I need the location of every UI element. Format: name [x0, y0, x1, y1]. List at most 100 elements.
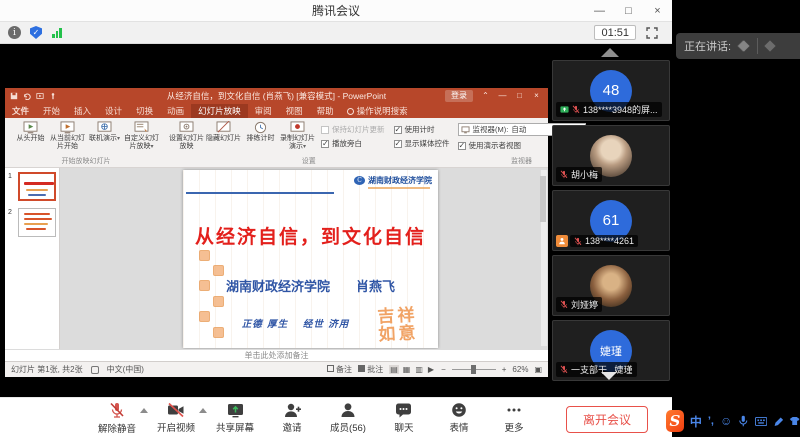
info-icon[interactable]: i: [8, 26, 21, 39]
ppt-ribbon-options-icon[interactable]: ⌃: [477, 88, 494, 104]
mic-muted-icon: [574, 237, 582, 246]
ime-skin-icon[interactable]: [789, 415, 800, 427]
decorative-seal: 吉祥如意: [377, 307, 427, 345]
slide-thumbnail-1[interactable]: 1: [8, 172, 56, 201]
canvas-scrollbar[interactable]: [541, 170, 547, 346]
participant-name: 138****3948的屏...: [583, 103, 658, 116]
maximize-button[interactable]: □: [614, 0, 643, 22]
tab-help[interactable]: 帮助: [310, 104, 341, 118]
ime-emoji-icon[interactable]: ☺: [720, 414, 732, 428]
rehearse-timings-button[interactable]: 排练计时: [242, 120, 279, 143]
save-icon[interactable]: [10, 92, 18, 100]
from-beginning-button[interactable]: 从头开始: [12, 120, 49, 143]
leave-meeting-button[interactable]: 离开会议: [566, 406, 648, 433]
hide-slide-button[interactable]: 隐藏幻灯片: [205, 120, 242, 143]
tab-view[interactable]: 视图: [279, 104, 310, 118]
start-video-button[interactable]: 开启视频: [157, 402, 195, 435]
ime-handwriting-icon[interactable]: [773, 415, 783, 428]
school-logo: C 湖南财政经济学院: [354, 175, 432, 186]
now-speaking-bar: 正在讲话:: [676, 33, 800, 59]
checkbox-show-media-controls[interactable]: 显示媒体控件: [394, 138, 450, 149]
group-label-setup: 设置: [168, 156, 450, 167]
tab-review[interactable]: 审阅: [248, 104, 279, 118]
window-titlebar: 腾讯会议 — □ ×: [0, 0, 672, 22]
scroll-down-arrow-icon[interactable]: [601, 372, 617, 380]
ime-keyboard-icon[interactable]: [755, 416, 767, 427]
slideshow-icon[interactable]: [36, 92, 44, 100]
tab-design[interactable]: 设计: [98, 104, 129, 118]
ime-toolbar: S 中 ’, ☺: [662, 406, 800, 436]
tell-me-search[interactable]: 操作说明搜索: [341, 104, 414, 118]
tab-home[interactable]: 开始: [36, 104, 67, 118]
from-current-slide-button[interactable]: 从当前幻灯片开始: [49, 120, 86, 151]
notes-pane[interactable]: 单击此处添加备注: [5, 349, 548, 361]
tab-slideshow[interactable]: 幻灯片放映: [191, 104, 248, 118]
participant-tile[interactable]: 刘娅婷: [552, 255, 670, 316]
ppt-maximize-button[interactable]: □: [511, 88, 528, 104]
school-logo-subtext: [368, 187, 430, 189]
checkbox-use-timings[interactable]: 使用计时: [394, 124, 450, 135]
view-switcher[interactable]: ▤▦▥▶: [389, 365, 435, 374]
checkbox-play-narrations[interactable]: 播放旁白: [321, 138, 385, 149]
participant-tile[interactable]: 61 138****4261: [552, 190, 670, 251]
sogou-logo-icon[interactable]: S: [666, 410, 684, 432]
ime-punctuation-icon[interactable]: ’,: [708, 415, 714, 427]
language-indicator[interactable]: 中文(中国): [107, 364, 144, 375]
mic-muted-icon: [560, 365, 568, 374]
tab-animations[interactable]: 动画: [160, 104, 191, 118]
checkbox-keep-slides-updated[interactable]: 保持幻灯片更新: [321, 124, 385, 135]
mic-options-arrow-icon[interactable]: [140, 408, 148, 413]
touch-mode-icon[interactable]: [49, 92, 57, 100]
security-shield-icon[interactable]: ✓: [30, 26, 42, 39]
ppt-statusbar: 幻灯片 第1张, 共2张 中文(中国) 备注 批注 ▤▦▥▶ − + 62% ▣: [5, 361, 548, 377]
mic-muted-icon: [560, 300, 568, 309]
quick-access-toolbar: [10, 92, 57, 100]
meeting-toolbar: 解除静音 开启视频 共享屏幕 邀请 成员(56) 聊天: [0, 397, 672, 437]
unmute-button[interactable]: 解除静音: [98, 402, 136, 435]
custom-slideshow-button[interactable]: 自定义幻灯片放映: [123, 120, 160, 151]
ime-voice-icon[interactable]: [738, 414, 749, 428]
present-online-button[interactable]: 联机演示: [86, 120, 123, 143]
participant-tile[interactable]: 胡小梅: [552, 125, 670, 186]
reading-view-icon: ▥: [414, 365, 424, 374]
fit-to-window-icon[interactable]: ▣: [534, 365, 542, 374]
ppt-titlebar: 从经济自信，到文化自信 (肖燕飞) [兼容模式] - PowerPoint 登录…: [5, 88, 548, 104]
meeting-infobar: i ✓ 01:51: [0, 22, 672, 44]
sorter-view-icon: ▦: [402, 365, 412, 374]
checkbox-icon: [321, 140, 329, 148]
tab-transitions[interactable]: 切换: [129, 104, 160, 118]
tab-insert[interactable]: 插入: [67, 104, 98, 118]
more-button[interactable]: 更多: [497, 402, 531, 435]
members-button[interactable]: 成员(56): [330, 402, 366, 435]
ppt-close-button[interactable]: ×: [528, 88, 545, 104]
tab-file[interactable]: 文件: [5, 104, 36, 118]
zoom-in-icon[interactable]: +: [502, 365, 507, 374]
slide-byline: 湖南财政经济学院 肖燕飞: [183, 276, 438, 295]
setup-slideshow-button[interactable]: 设置幻灯片放映: [168, 120, 205, 151]
chat-button[interactable]: 聊天: [387, 402, 421, 435]
slide-thumbnail-2[interactable]: 2: [8, 208, 56, 237]
invite-button[interactable]: 邀请: [275, 402, 309, 435]
zoom-slider[interactable]: [452, 369, 496, 370]
comments-button[interactable]: 批注: [358, 364, 383, 375]
current-slide[interactable]: C 湖南财政经济学院 从经济自信，到文化自信 湖南财政经济学院 肖燕飞 正德 厚…: [183, 170, 438, 348]
undo-icon[interactable]: [23, 92, 31, 100]
notes-button[interactable]: 备注: [327, 364, 352, 375]
screen-share-icon: [560, 105, 569, 114]
zoom-out-icon[interactable]: −: [441, 365, 446, 374]
participant-tile[interactable]: 48 138****3948的屏...: [552, 60, 670, 121]
emoji-button[interactable]: 表情: [442, 402, 476, 435]
collapse-panel-arrow-icon[interactable]: [601, 48, 619, 57]
ppt-minimize-button[interactable]: —: [494, 88, 511, 104]
record-slideshow-button[interactable]: 录制幻灯片演示: [279, 120, 316, 151]
fullscreen-icon[interactable]: [646, 27, 658, 39]
zoom-level[interactable]: 62%: [512, 365, 528, 374]
share-screen-button[interactable]: 共享屏幕: [216, 402, 254, 435]
network-signal-icon[interactable]: [52, 27, 62, 38]
divider: [757, 38, 758, 54]
ppt-signin-button[interactable]: 登录: [445, 90, 473, 102]
close-button[interactable]: ×: [643, 0, 672, 22]
minimize-button[interactable]: —: [585, 0, 614, 22]
ime-mode-chinese[interactable]: 中: [690, 413, 702, 430]
video-options-arrow-icon[interactable]: [199, 408, 207, 413]
